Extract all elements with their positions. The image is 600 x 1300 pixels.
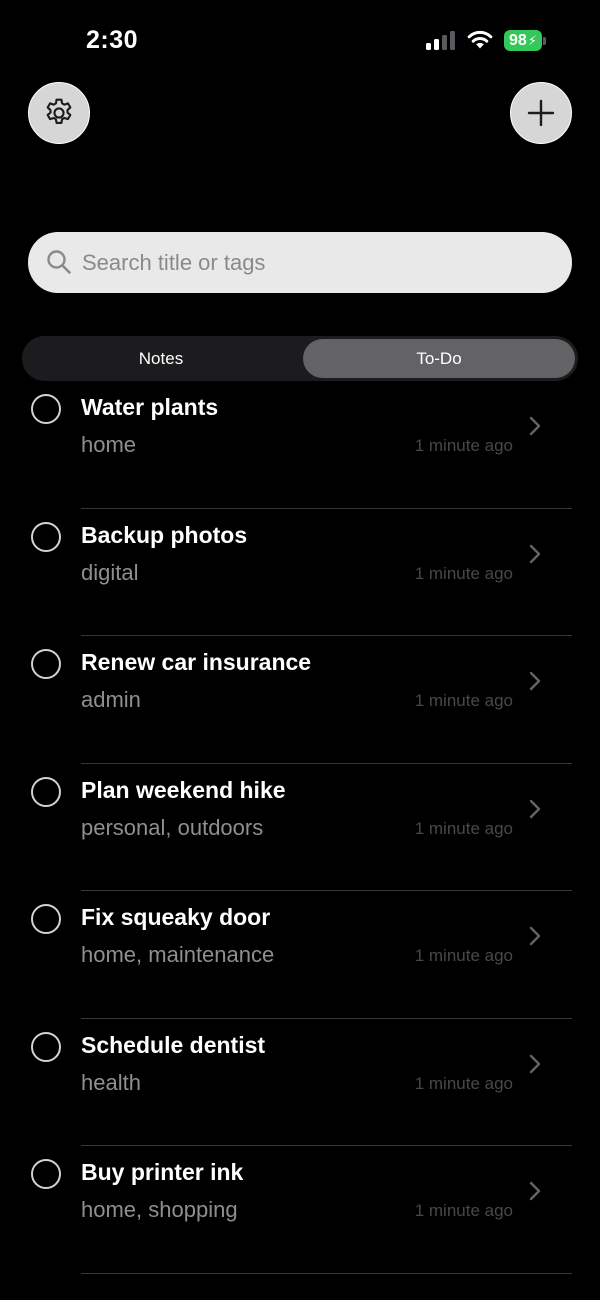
todo-tags: digital — [81, 559, 139, 585]
todo-timestamp: 1 minute ago — [414, 818, 513, 838]
todo-checkbox[interactable] — [31, 776, 61, 807]
plus-icon — [527, 99, 555, 127]
todo-timestamp: 1 minute ago — [414, 1201, 513, 1220]
todo-item-schedule-dentist[interactable]: Schedule dentist health 1 minute ago — [0, 1019, 600, 1146]
battery-indicator: 98 ⚡ — [504, 30, 542, 51]
todo-checkbox[interactable] — [31, 1159, 61, 1189]
battery-level: 98 — [509, 31, 527, 49]
todo-screen: 2:30 98 ⚡ Search title or tags Notes To-… — [0, 0, 600, 1300]
battery-cap — [543, 37, 546, 45]
todo-item-renew-car-insurance[interactable]: Renew car insurance admin 1 minute ago — [0, 636, 600, 764]
chevron-right-icon — [529, 671, 541, 691]
chevron-right-icon — [529, 1181, 541, 1201]
todo-title: Fix squeaky door — [81, 904, 271, 930]
todo-item-fix-squeaky-door[interactable]: Fix squeaky door home, maintenance 1 min… — [0, 891, 600, 1019]
notes-todo-segmented-control: Notes To-Do — [22, 336, 578, 381]
todo-title: Schedule dentist — [81, 1031, 266, 1058]
todo-timestamp: 1 minute ago — [414, 1073, 513, 1093]
tab-todo[interactable]: To-Do — [303, 339, 575, 378]
todo-item-plan-weekend-hike[interactable]: Plan weekend hike personal, outdoors 1 m… — [0, 764, 600, 891]
divider — [81, 1272, 572, 1274]
todo-list: Water plants home 1 minute ago Backup ph… — [0, 381, 600, 1274]
search-input[interactable] — [82, 232, 542, 293]
add-button[interactable] — [510, 82, 572, 144]
todo-tags: home, shopping — [81, 1197, 238, 1222]
charging-bolt-icon: ⚡ — [527, 32, 537, 48]
todo-title: Plan weekend hike — [81, 776, 286, 803]
todo-checkbox[interactable] — [31, 521, 61, 552]
settings-button[interactable] — [28, 82, 90, 144]
todo-item-backup-photos[interactable]: Backup photos digital 1 minute ago — [0, 509, 600, 636]
todo-item-water-plants[interactable]: Water plants home 1 minute ago — [0, 381, 600, 509]
gear-icon — [46, 98, 72, 124]
chevron-right-icon — [529, 799, 541, 818]
todo-title: Renew car insurance — [81, 649, 312, 675]
todo-checkbox[interactable] — [31, 1031, 61, 1062]
chevron-right-icon — [529, 926, 541, 946]
todo-timestamp: 1 minute ago — [414, 946, 513, 965]
chevron-right-icon — [529, 416, 541, 436]
todo-timestamp: 1 minute ago — [414, 691, 513, 710]
wifi-icon — [467, 30, 493, 49]
todo-tags: personal, outdoors — [81, 814, 264, 840]
status-bar: 2:30 98 ⚡ — [0, 0, 600, 80]
todo-item-buy-printer-ink[interactable]: Buy printer ink home, shopping 1 minute … — [0, 1146, 600, 1274]
search-bar[interactable] — [28, 232, 572, 293]
cellular-signal-icon — [426, 30, 458, 50]
chevron-right-icon — [529, 544, 541, 563]
search-icon — [47, 250, 71, 274]
todo-title: Water plants — [81, 394, 219, 420]
todo-checkbox[interactable] — [31, 649, 61, 679]
chevron-right-icon — [529, 1054, 541, 1073]
todo-tags: home — [81, 432, 137, 457]
todo-timestamp: 1 minute ago — [414, 436, 513, 455]
tab-notes[interactable]: Notes — [25, 339, 297, 378]
status-time: 2:30 — [86, 26, 139, 54]
todo-title: Backup photos — [81, 521, 248, 548]
todo-tags: health — [81, 1069, 141, 1095]
todo-checkbox[interactable] — [31, 904, 61, 934]
todo-timestamp: 1 minute ago — [414, 563, 513, 583]
todo-tags: home, maintenance — [81, 942, 275, 967]
todo-checkbox[interactable] — [31, 394, 61, 424]
todo-title: Buy printer ink — [81, 1159, 244, 1185]
todo-tags: admin — [81, 687, 141, 712]
